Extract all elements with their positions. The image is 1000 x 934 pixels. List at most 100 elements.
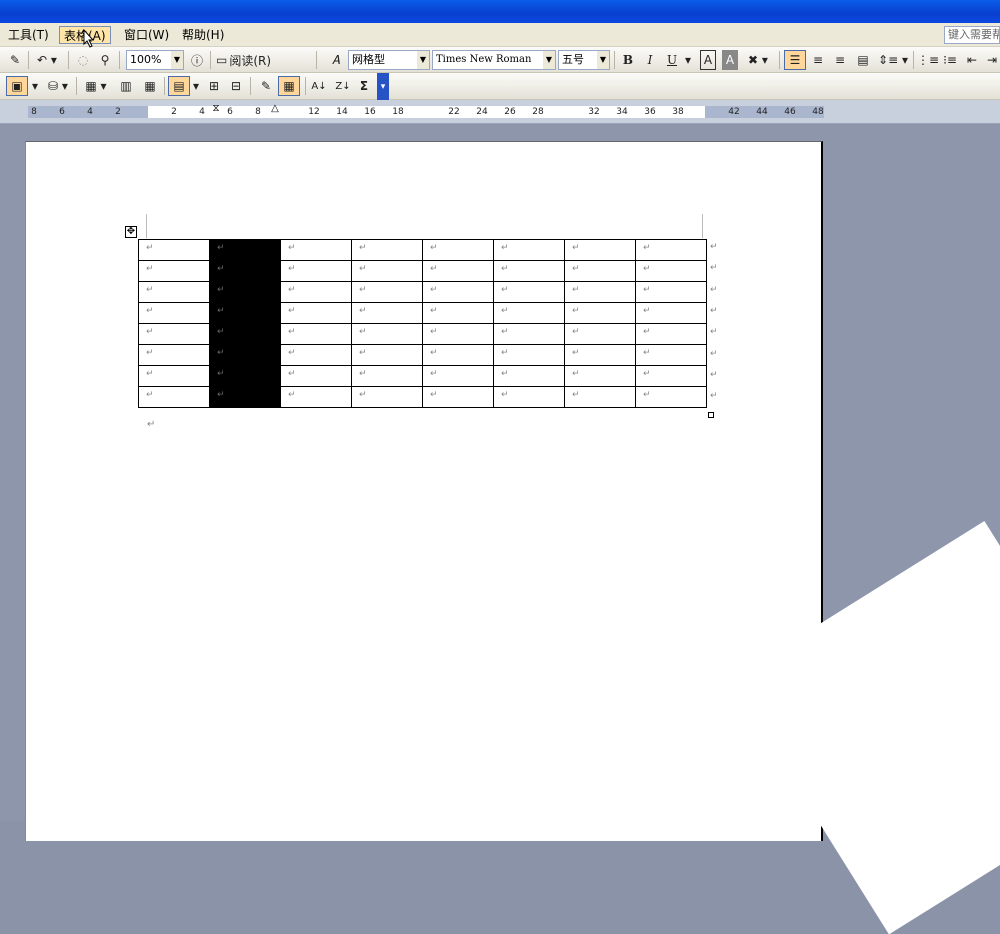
table-cell[interactable]: ↵ bbox=[209, 281, 281, 303]
table-cell[interactable]: ↵ bbox=[493, 239, 565, 261]
zoom-select[interactable]: 100% ▼ bbox=[126, 50, 184, 70]
horizontal-ruler[interactable]: 8 6 4 2 2 4 6 8 12 14 16 18 22 24 26 28 … bbox=[0, 100, 1000, 124]
table-cell[interactable]: ↵ bbox=[635, 260, 707, 282]
table-cell[interactable]: ↵ bbox=[209, 344, 281, 366]
table-cell[interactable]: ↵ bbox=[209, 239, 281, 261]
redo-icon[interactable]: ◌ bbox=[74, 50, 92, 70]
drawing-icon[interactable]: ⚲ bbox=[96, 50, 114, 70]
bold-button[interactable]: B bbox=[620, 50, 636, 70]
split-cells-icon[interactable]: ▦ bbox=[140, 76, 160, 96]
help-search-input[interactable]: 键入需要帮 bbox=[944, 26, 1000, 44]
table-cell[interactable]: ↵ bbox=[564, 302, 636, 324]
table-cell[interactable]: ↵ bbox=[635, 344, 707, 366]
merge-cells-icon[interactable]: ▥ bbox=[116, 76, 136, 96]
decrease-indent-button[interactable]: ⇤ bbox=[962, 50, 982, 70]
borders-button[interactable]: ▣ bbox=[6, 76, 28, 96]
table-cell[interactable]: ↵ bbox=[564, 281, 636, 303]
table-cell[interactable]: ↵ bbox=[280, 386, 352, 408]
table-cell[interactable]: ↵ bbox=[280, 365, 352, 387]
borders-dropdown-icon[interactable]: ▾ bbox=[29, 76, 41, 96]
table-cell[interactable]: ↵ bbox=[280, 239, 352, 261]
table-cell[interactable]: ↵ bbox=[280, 302, 352, 324]
align-cell-button[interactable]: ▤ bbox=[168, 76, 190, 96]
table-cell[interactable]: ↵ bbox=[493, 281, 565, 303]
table-cell[interactable]: ↵ bbox=[280, 260, 352, 282]
bullets-button[interactable]: ⁝≡ bbox=[940, 50, 960, 70]
table-cell[interactable]: ↵ bbox=[564, 323, 636, 345]
first-line-indent-marker[interactable]: ⧖ bbox=[211, 103, 221, 121]
table-cell[interactable]: ↵ bbox=[422, 323, 494, 345]
table-cell[interactable]: ↵ bbox=[564, 239, 636, 261]
table-cell[interactable]: ↵ bbox=[351, 344, 423, 366]
table-autoformat-icon[interactable]: ✎ bbox=[256, 76, 276, 96]
autosum-button[interactable]: Σ bbox=[354, 76, 374, 96]
align-cell-dropdown-icon[interactable]: ▾ bbox=[190, 76, 202, 96]
table-cell[interactable]: ↵ bbox=[493, 302, 565, 324]
font-select[interactable]: Times New Roman ▼ bbox=[432, 50, 556, 70]
table-cell[interactable]: ↵ bbox=[138, 323, 210, 345]
table-cell[interactable]: ↵ bbox=[138, 365, 210, 387]
align-left-button[interactable]: ☰ bbox=[784, 50, 806, 70]
table-cell[interactable]: ↵ bbox=[138, 344, 210, 366]
undo-button[interactable]: ↶ ▾ bbox=[32, 50, 62, 70]
sort-descending-button[interactable]: Z↓ bbox=[332, 76, 354, 96]
table-cell[interactable]: ↵ bbox=[635, 302, 707, 324]
document-table[interactable]: ↵ ↵ ↵ ↵ ↵ ↵ ↵ ↵ ↵ ↵ ↵ ↵ ↵ ↵ ↵ ↵ ↵ ↵ ↵ ↵ ↵ ↵ ↵ ↵ ↵ ↵ ↵ ↵ ↵ ↵ ↵ ↵ ↵ ↵ ↵ ↵ ↵ ↵ ↵ ↵… bbox=[138, 239, 707, 408]
table-cell[interactable]: ↵ bbox=[351, 302, 423, 324]
insert-table-button[interactable]: ▦ ▾ bbox=[82, 76, 110, 96]
table-cell[interactable]: ↵ bbox=[635, 365, 707, 387]
table-cell[interactable]: ↵ bbox=[493, 344, 565, 366]
table-cell[interactable]: ↵ bbox=[422, 365, 494, 387]
table-cell[interactable]: ↵ bbox=[422, 239, 494, 261]
table-cell[interactable]: ↵ bbox=[564, 260, 636, 282]
underline-button[interactable]: U bbox=[664, 50, 680, 70]
underline-dropdown-icon[interactable]: ▾ bbox=[681, 50, 695, 70]
table-cell[interactable]: ↵ bbox=[351, 365, 423, 387]
table-cell[interactable]: ↵ bbox=[138, 281, 210, 303]
distribute-columns-icon[interactable]: ⊟ bbox=[226, 76, 246, 96]
text-effect-button[interactable]: ✖ ▾ bbox=[744, 50, 772, 70]
table-cell[interactable]: ↵ bbox=[422, 281, 494, 303]
distribute-rows-icon[interactable]: ⊞ bbox=[204, 76, 224, 96]
table-cell[interactable]: ↵ bbox=[351, 260, 423, 282]
table-cell[interactable]: ↵ bbox=[564, 365, 636, 387]
table-cell[interactable]: ↵ bbox=[280, 344, 352, 366]
align-center-button[interactable]: ≡ bbox=[808, 50, 828, 70]
show-gridlines-button[interactable]: ▦ bbox=[278, 76, 300, 96]
table-cell[interactable]: ↵ bbox=[422, 260, 494, 282]
justify-button[interactable]: ▤ bbox=[852, 50, 874, 70]
numbering-button[interactable]: ⋮≡ bbox=[917, 50, 939, 70]
table-cell[interactable]: ↵ bbox=[209, 302, 281, 324]
table-cell[interactable]: ↵ bbox=[138, 386, 210, 408]
table-cell[interactable]: ↵ bbox=[280, 323, 352, 345]
italic-button[interactable]: I bbox=[642, 50, 658, 70]
table-move-handle-icon[interactable]: ✥ bbox=[125, 226, 137, 238]
table-cell[interactable]: ↵ bbox=[280, 281, 352, 303]
styles-icon[interactable]: 𝐴 bbox=[326, 50, 346, 70]
table-cell[interactable]: ↵ bbox=[564, 344, 636, 366]
table-cell[interactable]: ↵ bbox=[209, 386, 281, 408]
font-size-select[interactable]: 五号 ▼ bbox=[558, 50, 610, 70]
table-cell[interactable]: ↵ bbox=[138, 260, 210, 282]
right-indent-marker[interactable]: △ bbox=[270, 103, 280, 121]
shading-color-button[interactable]: ⛁ ▾ bbox=[44, 76, 72, 96]
table-cell[interactable]: ↵ bbox=[351, 386, 423, 408]
style-select[interactable]: 网格型 ▼ bbox=[348, 50, 430, 70]
table-cell[interactable]: ↵ bbox=[493, 386, 565, 408]
char-border-button[interactable]: A bbox=[700, 50, 716, 70]
table-cell[interactable]: ↵ bbox=[564, 386, 636, 408]
document-page[interactable]: ✥ ↵ ↵ ↵ ↵ ↵ ↵ ↵ ↵ ↵ ↵ ↵ ↵ ↵ ↵ ↵ ↵ ↵ ↵ ↵ ↵ ↵ ↵ ↵ ↵ ↵ ↵ ↵ ↵ ↵ ↵ ↵ ↵ ↵ ↵ ↵ ↵ ↵ ↵… bbox=[25, 141, 823, 841]
table-cell[interactable]: ↵ bbox=[351, 323, 423, 345]
align-right-button[interactable]: ≡ bbox=[830, 50, 850, 70]
table-cell[interactable]: ↵ bbox=[635, 281, 707, 303]
help-icon[interactable]: ⓘ bbox=[188, 50, 206, 70]
toolbar-options-icon[interactable]: ▾ bbox=[377, 73, 389, 100]
sort-ascending-button[interactable]: A↓ bbox=[308, 76, 330, 96]
table-cell[interactable]: ↵ bbox=[422, 344, 494, 366]
table-cell[interactable]: ↵ bbox=[422, 302, 494, 324]
table-cell[interactable]: ↵ bbox=[493, 323, 565, 345]
table-cell[interactable]: ↵ bbox=[351, 281, 423, 303]
menu-tools[interactable]: 工具(T) bbox=[4, 26, 53, 44]
table-cell[interactable]: ↵ bbox=[209, 365, 281, 387]
research-icon[interactable]: ✎ bbox=[6, 50, 24, 70]
